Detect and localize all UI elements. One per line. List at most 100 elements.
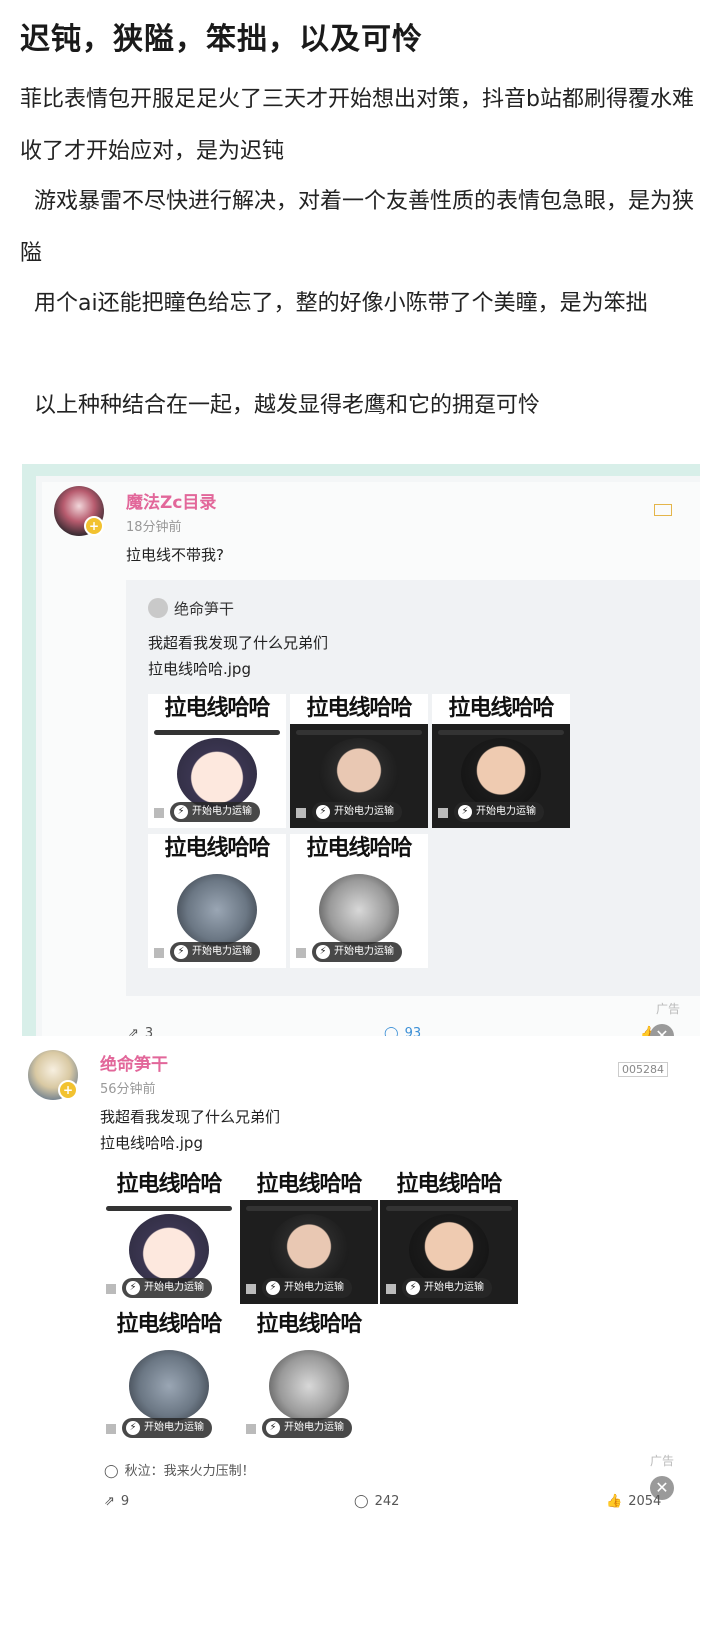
bolt-icon: ⚡ xyxy=(458,805,472,819)
sticker-mini-icon xyxy=(246,1424,256,1434)
post-username[interactable]: 魔法Zc目录 xyxy=(126,488,216,513)
sticker-image[interactable]: 拉电线哈哈 ⚡ 开始电力运输 xyxy=(148,694,286,828)
menu-icon[interactable] xyxy=(654,504,672,516)
sticker-pill: ⚡ 开始电力运输 xyxy=(170,802,260,822)
sticker-image[interactable]: 拉电线哈哈 ⚡ 开始电力运输 xyxy=(148,834,286,968)
pill-label: 开始电力运输 xyxy=(284,1282,344,1293)
comment-icon: ◯ xyxy=(354,1494,369,1509)
sticker-figure xyxy=(129,1350,209,1422)
post-time: 56分钟前 xyxy=(100,1082,156,1097)
bolt-icon: ⚡ xyxy=(174,805,188,819)
bolt-icon: ⚡ xyxy=(126,1421,140,1435)
sticker-pill: ⚡ 开始电力运输 xyxy=(262,1278,352,1298)
ad-label: 广告 xyxy=(650,1454,675,1468)
sticker-image[interactable]: 拉电线哈哈 ⚡ 开始电力运输 xyxy=(240,1310,378,1444)
embedded-screenshot-2: + 绝命笋干 56分钟前 005284 我超看我发现了什么兄弟们 拉电线哈哈.j… xyxy=(0,1036,720,1637)
sticker-figure xyxy=(177,874,257,946)
like-button[interactable]: 👍 2054 xyxy=(606,1494,661,1509)
article-title: 迟钝，狭隘，笨拙，以及可怜 xyxy=(20,22,423,57)
bolt-icon: ⚡ xyxy=(266,1421,280,1435)
sticker-image[interactable]: 拉电线哈哈 ⚡ 开始电力运输 xyxy=(100,1310,238,1444)
post-time: 18分钟前 xyxy=(126,520,182,535)
sticker-image[interactable]: 拉电线哈哈 ⚡ 开始电力运输 xyxy=(290,834,428,968)
level-badge: 005284 xyxy=(618,1062,668,1077)
pill-label: 开始电力运输 xyxy=(476,806,536,817)
sticker-pill: ⚡ 开始电力运输 xyxy=(402,1278,492,1298)
sticker-caption: 拉电线哈哈 xyxy=(380,1170,518,1200)
ad-label: 广告 xyxy=(656,1002,681,1016)
post-text: 我超看我发现了什么兄弟们 xyxy=(100,1108,281,1126)
reply-preview[interactable]: ◯ 秋泣：我来火力压制！ xyxy=(104,1460,255,1479)
sticker-pill: ⚡ 开始电力运输 xyxy=(170,942,260,962)
sticker-caption: 拉电线哈哈 xyxy=(164,696,270,721)
bolt-icon: ⚡ xyxy=(266,1281,280,1295)
power-line xyxy=(438,730,564,735)
sticker-caption: 拉电线哈哈 xyxy=(256,1312,362,1337)
quoted-username: 绝命笋干 xyxy=(174,600,235,618)
sticker-figure xyxy=(177,738,257,810)
sticker-image[interactable]: 拉电线哈哈 ⚡ 开始电力运输 xyxy=(380,1170,518,1304)
bolt-icon: ⚡ xyxy=(406,1281,420,1295)
sticker-mini-icon xyxy=(106,1284,116,1294)
plus-icon: + xyxy=(84,516,104,536)
power-line xyxy=(106,1206,232,1211)
power-line xyxy=(296,730,422,735)
sticker-figure xyxy=(129,1214,209,1286)
pill-label: 开始电力运输 xyxy=(144,1282,204,1293)
sticker-pill: ⚡ 开始电力运输 xyxy=(122,1418,212,1438)
comment-count: 242 xyxy=(374,1494,400,1509)
sticker-caption: 拉电线哈哈 xyxy=(290,694,428,724)
quoted-post[interactable]: 绝命笋干 我超看我发现了什么兄弟们 拉电线哈哈.jpg 拉电线哈哈 ⚡ 开始电力运… xyxy=(126,580,700,996)
sticker-pill: ⚡ 开始电力运输 xyxy=(454,802,544,822)
sticker-pill: ⚡ 开始电力运输 xyxy=(122,1278,212,1298)
sticker-figure xyxy=(269,1350,349,1422)
screenshot-border xyxy=(22,464,700,476)
like-icon: 👍 xyxy=(606,1494,623,1509)
sticker-caption: 拉电线哈哈 xyxy=(306,836,412,861)
sticker-figure xyxy=(319,874,399,946)
pill-label: 开始电力运输 xyxy=(424,1282,484,1293)
sticker-mini-icon xyxy=(246,1284,256,1294)
pill-label: 开始电力运输 xyxy=(144,1422,204,1433)
pill-label: 开始电力运输 xyxy=(284,1422,344,1433)
embedded-screenshot-1: + 魔法Zc目录 18分钟前 拉电线不带我? 绝命笋干 我超看我发现了什么兄弟们… xyxy=(22,464,700,1060)
article-paragraph: 以上种种结合在一起，越发显得老鹰和它的拥趸可怜 xyxy=(20,393,540,418)
like-count: 2054 xyxy=(628,1494,662,1509)
sticker-mini-icon xyxy=(438,808,448,818)
post-username[interactable]: 绝命笋干 xyxy=(100,1050,168,1075)
sticker-mini-icon xyxy=(386,1284,396,1294)
share-button[interactable]: ⇗ 9 xyxy=(104,1494,129,1509)
sticker-mini-icon xyxy=(296,808,306,818)
sticker-mini-icon xyxy=(296,948,306,958)
sticker-pill: ⚡ 开始电力运输 xyxy=(312,802,402,822)
bolt-icon: ⚡ xyxy=(316,945,330,959)
sticker-pill: ⚡ 开始电力运输 xyxy=(312,942,402,962)
sticker-image[interactable]: 拉电线哈哈 ⚡ 开始电力运输 xyxy=(100,1170,238,1304)
share-icon: ⇗ xyxy=(104,1494,115,1509)
pill-label: 开始电力运输 xyxy=(334,806,394,817)
bolt-icon: ⚡ xyxy=(174,945,188,959)
quoted-filename: 拉电线哈哈.jpg xyxy=(148,660,251,678)
article-paragraph: 游戏暴雷不尽快进行解决，对着一个友善性质的表情包急眼，是为狭隘 xyxy=(20,189,694,266)
sticker-caption: 拉电线哈哈 xyxy=(116,1172,222,1197)
post-card: + 魔法Zc目录 18分钟前 拉电线不带我? 绝命笋干 我超看我发现了什么兄弟们… xyxy=(42,482,700,1060)
post-filename: 拉电线哈哈.jpg xyxy=(100,1134,203,1152)
sticker-image[interactable]: 拉电线哈哈 ⚡ 开始电力运输 xyxy=(290,694,428,828)
sticker-caption: 拉电线哈哈 xyxy=(240,1170,378,1200)
avatar xyxy=(148,598,168,618)
power-line xyxy=(154,730,280,735)
sticker-pill: ⚡ 开始电力运输 xyxy=(262,1418,352,1438)
sticker-mini-icon xyxy=(154,948,164,958)
screenshot-border xyxy=(22,464,36,1060)
sticker-caption: 拉电线哈哈 xyxy=(432,694,570,724)
pill-label: 开始电力运输 xyxy=(192,806,252,817)
comment-button[interactable]: ◯ 242 xyxy=(354,1494,399,1509)
pill-label: 开始电力运输 xyxy=(334,946,394,957)
post-text: 拉电线不带我? xyxy=(126,546,224,564)
bolt-icon: ⚡ xyxy=(126,1281,140,1295)
sticker-image[interactable]: 拉电线哈哈 ⚡ 开始电力运输 xyxy=(240,1170,378,1304)
comment-icon: ◯ xyxy=(104,1464,119,1479)
sticker-image[interactable]: 拉电线哈哈 ⚡ 开始电力运输 xyxy=(432,694,570,828)
power-line xyxy=(386,1206,512,1211)
sticker-figure xyxy=(409,1214,489,1286)
